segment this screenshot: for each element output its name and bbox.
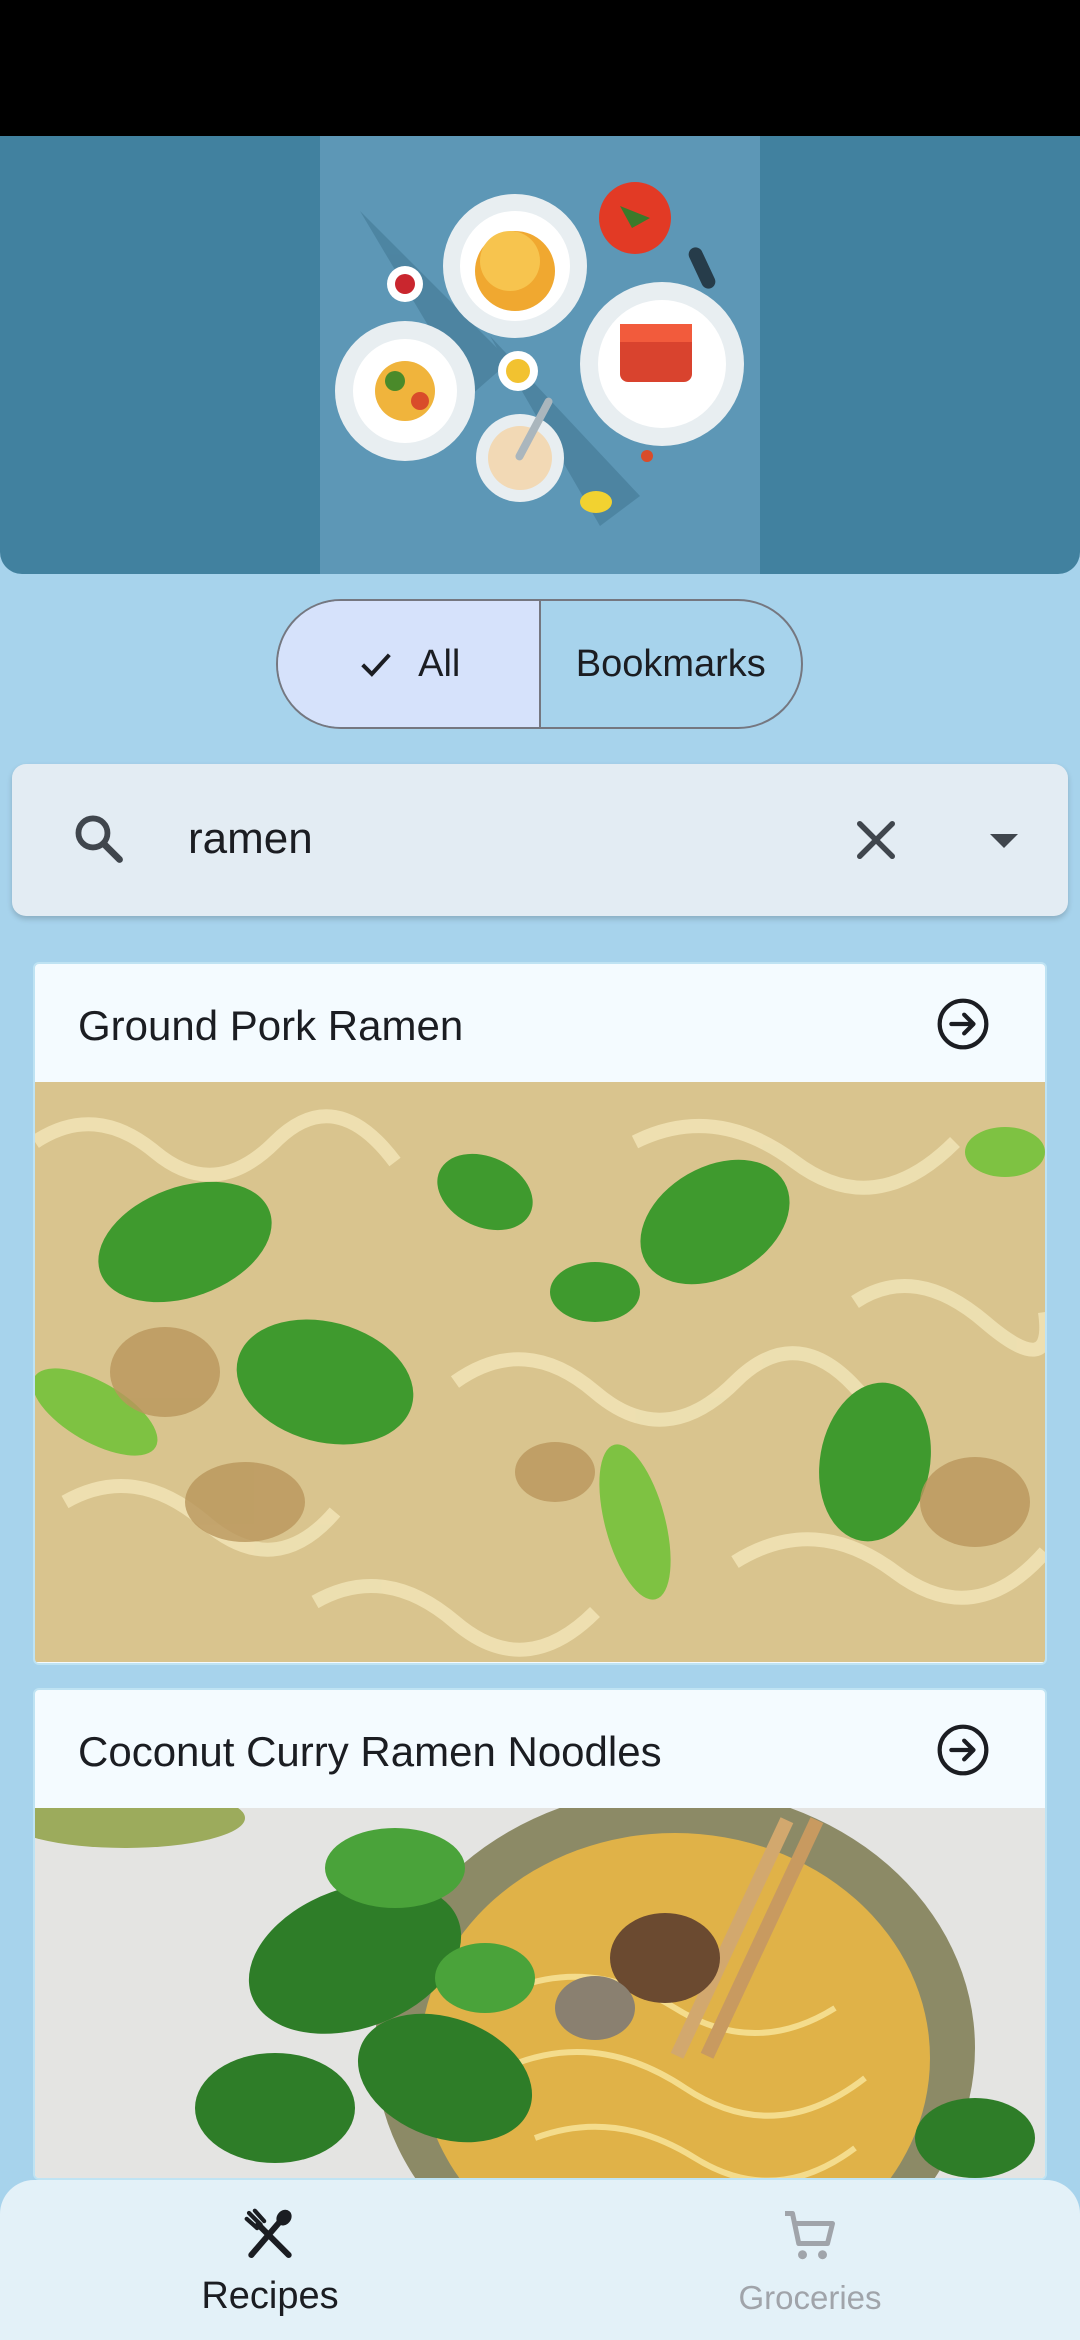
food-illustration (320, 136, 760, 574)
filter-bookmarks-label: Bookmarks (575, 642, 766, 685)
shopping-cart-icon (780, 2206, 840, 2271)
hero-banner (0, 136, 1080, 574)
recipe-card-header: Coconut Curry Ramen Noodles (35, 1690, 1045, 1808)
recipe-card[interactable]: Ground Pork Ramen (33, 962, 1047, 1665)
recipe-photo (35, 1082, 1045, 1662)
fork-knife-icon (242, 2206, 298, 2267)
filter-all-label: All (418, 642, 461, 685)
recipe-photo (35, 1808, 1045, 2178)
filter-all-button[interactable]: All (278, 601, 541, 727)
status-bar (0, 0, 1080, 136)
recipe-card-header: Ground Pork Ramen (35, 964, 1045, 1082)
filter-bookmarks-button[interactable]: Bookmarks (541, 601, 802, 727)
nav-groceries[interactable]: Groceries (540, 2180, 1080, 2340)
search-icon (70, 810, 128, 873)
filter-segmented-button: All Bookmarks (276, 599, 803, 729)
dropdown-arrow-icon[interactable] (984, 824, 1024, 861)
nav-groceries-label: Groceries (738, 2279, 882, 2316)
clear-icon[interactable] (846, 810, 906, 875)
nav-recipes[interactable]: Recipes (0, 2180, 540, 2340)
arrow-forward-circle-icon[interactable] (935, 996, 991, 1057)
bottom-navigation: Recipes Groceries (0, 2180, 1080, 2340)
nav-recipes-label: Recipes (201, 2275, 339, 2317)
search-input[interactable]: ramen (188, 814, 313, 864)
check-icon (356, 644, 396, 684)
recipe-title: Ground Pork Ramen (78, 1002, 464, 1049)
recipe-card[interactable]: Coconut Curry Ramen Noodles (33, 1688, 1047, 2180)
search-bar[interactable]: ramen (12, 764, 1068, 916)
arrow-forward-circle-icon[interactable] (935, 1722, 991, 1783)
recipe-title: Coconut Curry Ramen Noodles (78, 1728, 662, 1775)
